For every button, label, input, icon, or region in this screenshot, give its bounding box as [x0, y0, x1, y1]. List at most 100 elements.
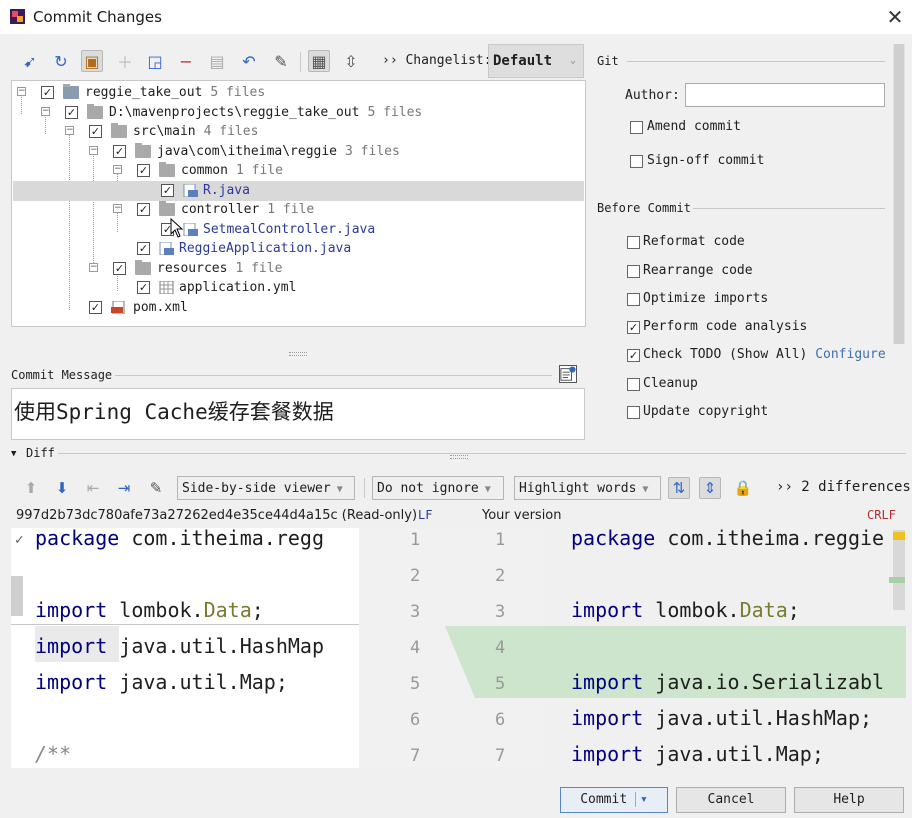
collapse-toggle-icon[interactable]: −: [89, 263, 98, 272]
row-checkbox[interactable]: ✓: [65, 106, 78, 119]
collapse-unchanged-icon[interactable]: ⇅: [668, 477, 690, 499]
refresh-icon[interactable]: ↻: [50, 50, 72, 72]
row-checkbox[interactable]: ✓: [113, 145, 126, 158]
next-difference-icon[interactable]: ⬇: [51, 477, 73, 499]
tree-row[interactable]: − ✓ common 1 file: [13, 161, 584, 181]
signoff-commit-checkbox[interactable]: [630, 155, 643, 168]
tree-item-label: SetmealController.java: [203, 222, 376, 237]
collapse-toggle-icon[interactable]: −: [89, 146, 98, 155]
revert-clipboard-icon[interactable]: ▣: [81, 50, 103, 72]
right-line-separator[interactable]: CRLF: [867, 508, 896, 522]
maven-file-icon: [111, 301, 125, 314]
left-revision-title: 997d2b73dc780afe73a27262ed4e35ce44d4a15c…: [16, 508, 418, 523]
author-input[interactable]: [685, 83, 885, 107]
row-checkbox[interactable]: ✓: [137, 203, 150, 216]
row-checkbox[interactable]: ✓: [113, 262, 126, 275]
tree-item-label: controller 1 file: [181, 202, 315, 217]
tree-item-label: java\com\itheima\reggie 3 files: [157, 144, 400, 159]
lock-icon[interactable]: 🔒: [732, 477, 754, 499]
collapse-diff-icon[interactable]: ▼: [11, 449, 16, 459]
undo-icon[interactable]: ↶: [238, 50, 260, 72]
tree-item-label: common 1 file: [181, 163, 283, 178]
move-to-changelist-icon[interactable]: ▤: [206, 50, 228, 72]
amend-commit-checkbox[interactable]: [630, 121, 643, 134]
tree-row[interactable]: − ✓ reggie_take_out 5 files: [13, 83, 584, 103]
collapse-toggle-icon[interactable]: −: [113, 204, 122, 213]
group-by-icon[interactable]: ▦: [308, 50, 330, 72]
rearrange-code-checkbox[interactable]: [627, 265, 640, 278]
fold-icon[interactable]: ✓: [15, 532, 23, 548]
amend-commit-label: Amend commit: [647, 119, 741, 134]
left-editor[interactable]: package com.itheima.regg import lombok.D…: [11, 528, 359, 768]
reformat-code-checkbox[interactable]: [627, 236, 640, 249]
configure-link[interactable]: Configure: [815, 347, 885, 362]
right-editor[interactable]: package com.itheima.reggie import lombok…: [545, 528, 906, 768]
highlight-select[interactable]: Highlight words ▼: [514, 476, 661, 500]
tree-row[interactable]: − ✓ src\main 4 files: [13, 122, 584, 142]
tree-row[interactable]: − ✓ controller 1 file: [13, 200, 584, 220]
tree-item-label: resources 1 file: [157, 261, 283, 276]
row-checkbox[interactable]: ✓: [161, 184, 174, 197]
expand-all-icon[interactable]: ⇳: [340, 50, 362, 72]
collapse-toggle-icon[interactable]: −: [17, 87, 26, 96]
previous-file-icon[interactable]: ⇤: [82, 477, 104, 499]
update-copyright-checkbox[interactable]: [627, 406, 640, 419]
row-checkbox[interactable]: ✓: [137, 281, 150, 294]
folder-icon: [159, 162, 175, 177]
move-icon[interactable]: ◲: [144, 50, 166, 72]
check-todo-checkbox[interactable]: ✓: [627, 349, 640, 362]
cleanup-checkbox[interactable]: [627, 378, 640, 391]
sync-scroll-icon[interactable]: ⇕: [699, 477, 721, 499]
close-button[interactable]: ✕: [882, 4, 908, 30]
tree-item-label: D:\mavenprojects\reggie_take_out 5 files: [109, 105, 423, 120]
java-class-icon: [159, 242, 174, 255]
tree-row[interactable]: ✓ SetmealController.java: [13, 220, 584, 240]
left-editor-scrollbar[interactable]: [11, 576, 23, 616]
git-section-title: Git: [597, 54, 619, 68]
tree-row[interactable]: ✓ ReggieApplication.java: [13, 239, 584, 259]
edit-source-icon[interactable]: ✎: [145, 477, 167, 499]
tree-row[interactable]: − ✓ D:\mavenprojects\reggie_take_out 5 fi…: [13, 103, 584, 123]
tree-row[interactable]: ✓ application.yml: [13, 278, 584, 298]
tree-row[interactable]: − ✓ resources 1 file: [13, 259, 584, 279]
next-file-icon[interactable]: ⇥: [113, 477, 135, 499]
options-scrollbar-thumb[interactable]: [894, 44, 904, 344]
tree-row[interactable]: ✓ R.java: [13, 181, 584, 201]
collapse-toggle-icon[interactable]: −: [113, 165, 122, 174]
previous-difference-icon[interactable]: ⬆: [20, 477, 42, 499]
right-line-number: 7: [495, 746, 506, 766]
row-checkbox[interactable]: ✓: [137, 164, 150, 177]
code-line: import lombok.Data;: [571, 598, 800, 622]
edit-source-icon[interactable]: ✎: [270, 50, 292, 72]
left-line-separator[interactable]: LF: [418, 508, 432, 522]
commit-options-chevron-icon: ▾: [634, 792, 648, 807]
tree-row[interactable]: − ✓ java\com\itheima\reggie 3 files: [13, 142, 584, 162]
changes-tree[interactable]: − ✓ reggie_take_out 5 files − ✓ D:\mavenp…: [11, 80, 586, 327]
folder-icon: [135, 143, 151, 158]
splitter-grip[interactable]: [450, 455, 468, 459]
row-checkbox[interactable]: ✓: [89, 125, 102, 138]
row-checkbox[interactable]: ✓: [41, 86, 54, 99]
plus-icon[interactable]: ＋: [114, 50, 136, 72]
diff-arrows-icon[interactable]: ➹: [19, 50, 41, 72]
window-title: Commit Changes: [33, 8, 162, 26]
row-checkbox[interactable]: ✓: [89, 301, 102, 314]
minus-icon[interactable]: −: [175, 50, 197, 72]
collapse-toggle-icon[interactable]: −: [65, 126, 74, 135]
code-line: import java.io.Serializabl: [571, 670, 885, 694]
commit-button[interactable]: Commit ▾: [560, 787, 668, 813]
message-history-icon[interactable]: [559, 365, 577, 383]
ignore-whitespace-select[interactable]: Do not ignore ▼: [372, 476, 504, 500]
cancel-button[interactable]: Cancel: [676, 787, 786, 813]
right-editor-scrollbar[interactable]: [893, 530, 905, 610]
splitter-grip[interactable]: [289, 352, 307, 356]
row-checkbox[interactable]: ✓: [137, 242, 150, 255]
help-button[interactable]: Help: [794, 787, 904, 813]
code-analysis-checkbox[interactable]: ✓: [627, 321, 640, 334]
tree-item-label: ReggieApplication.java: [179, 241, 352, 256]
optimize-imports-checkbox[interactable]: [627, 293, 640, 306]
viewer-select[interactable]: Side-by-side viewer ▼: [177, 476, 355, 500]
tree-row[interactable]: ✓ pom.xml: [13, 298, 584, 318]
collapse-toggle-icon[interactable]: −: [41, 107, 50, 116]
check-todo-label: Check TODO (Show All) Configure: [643, 347, 886, 362]
